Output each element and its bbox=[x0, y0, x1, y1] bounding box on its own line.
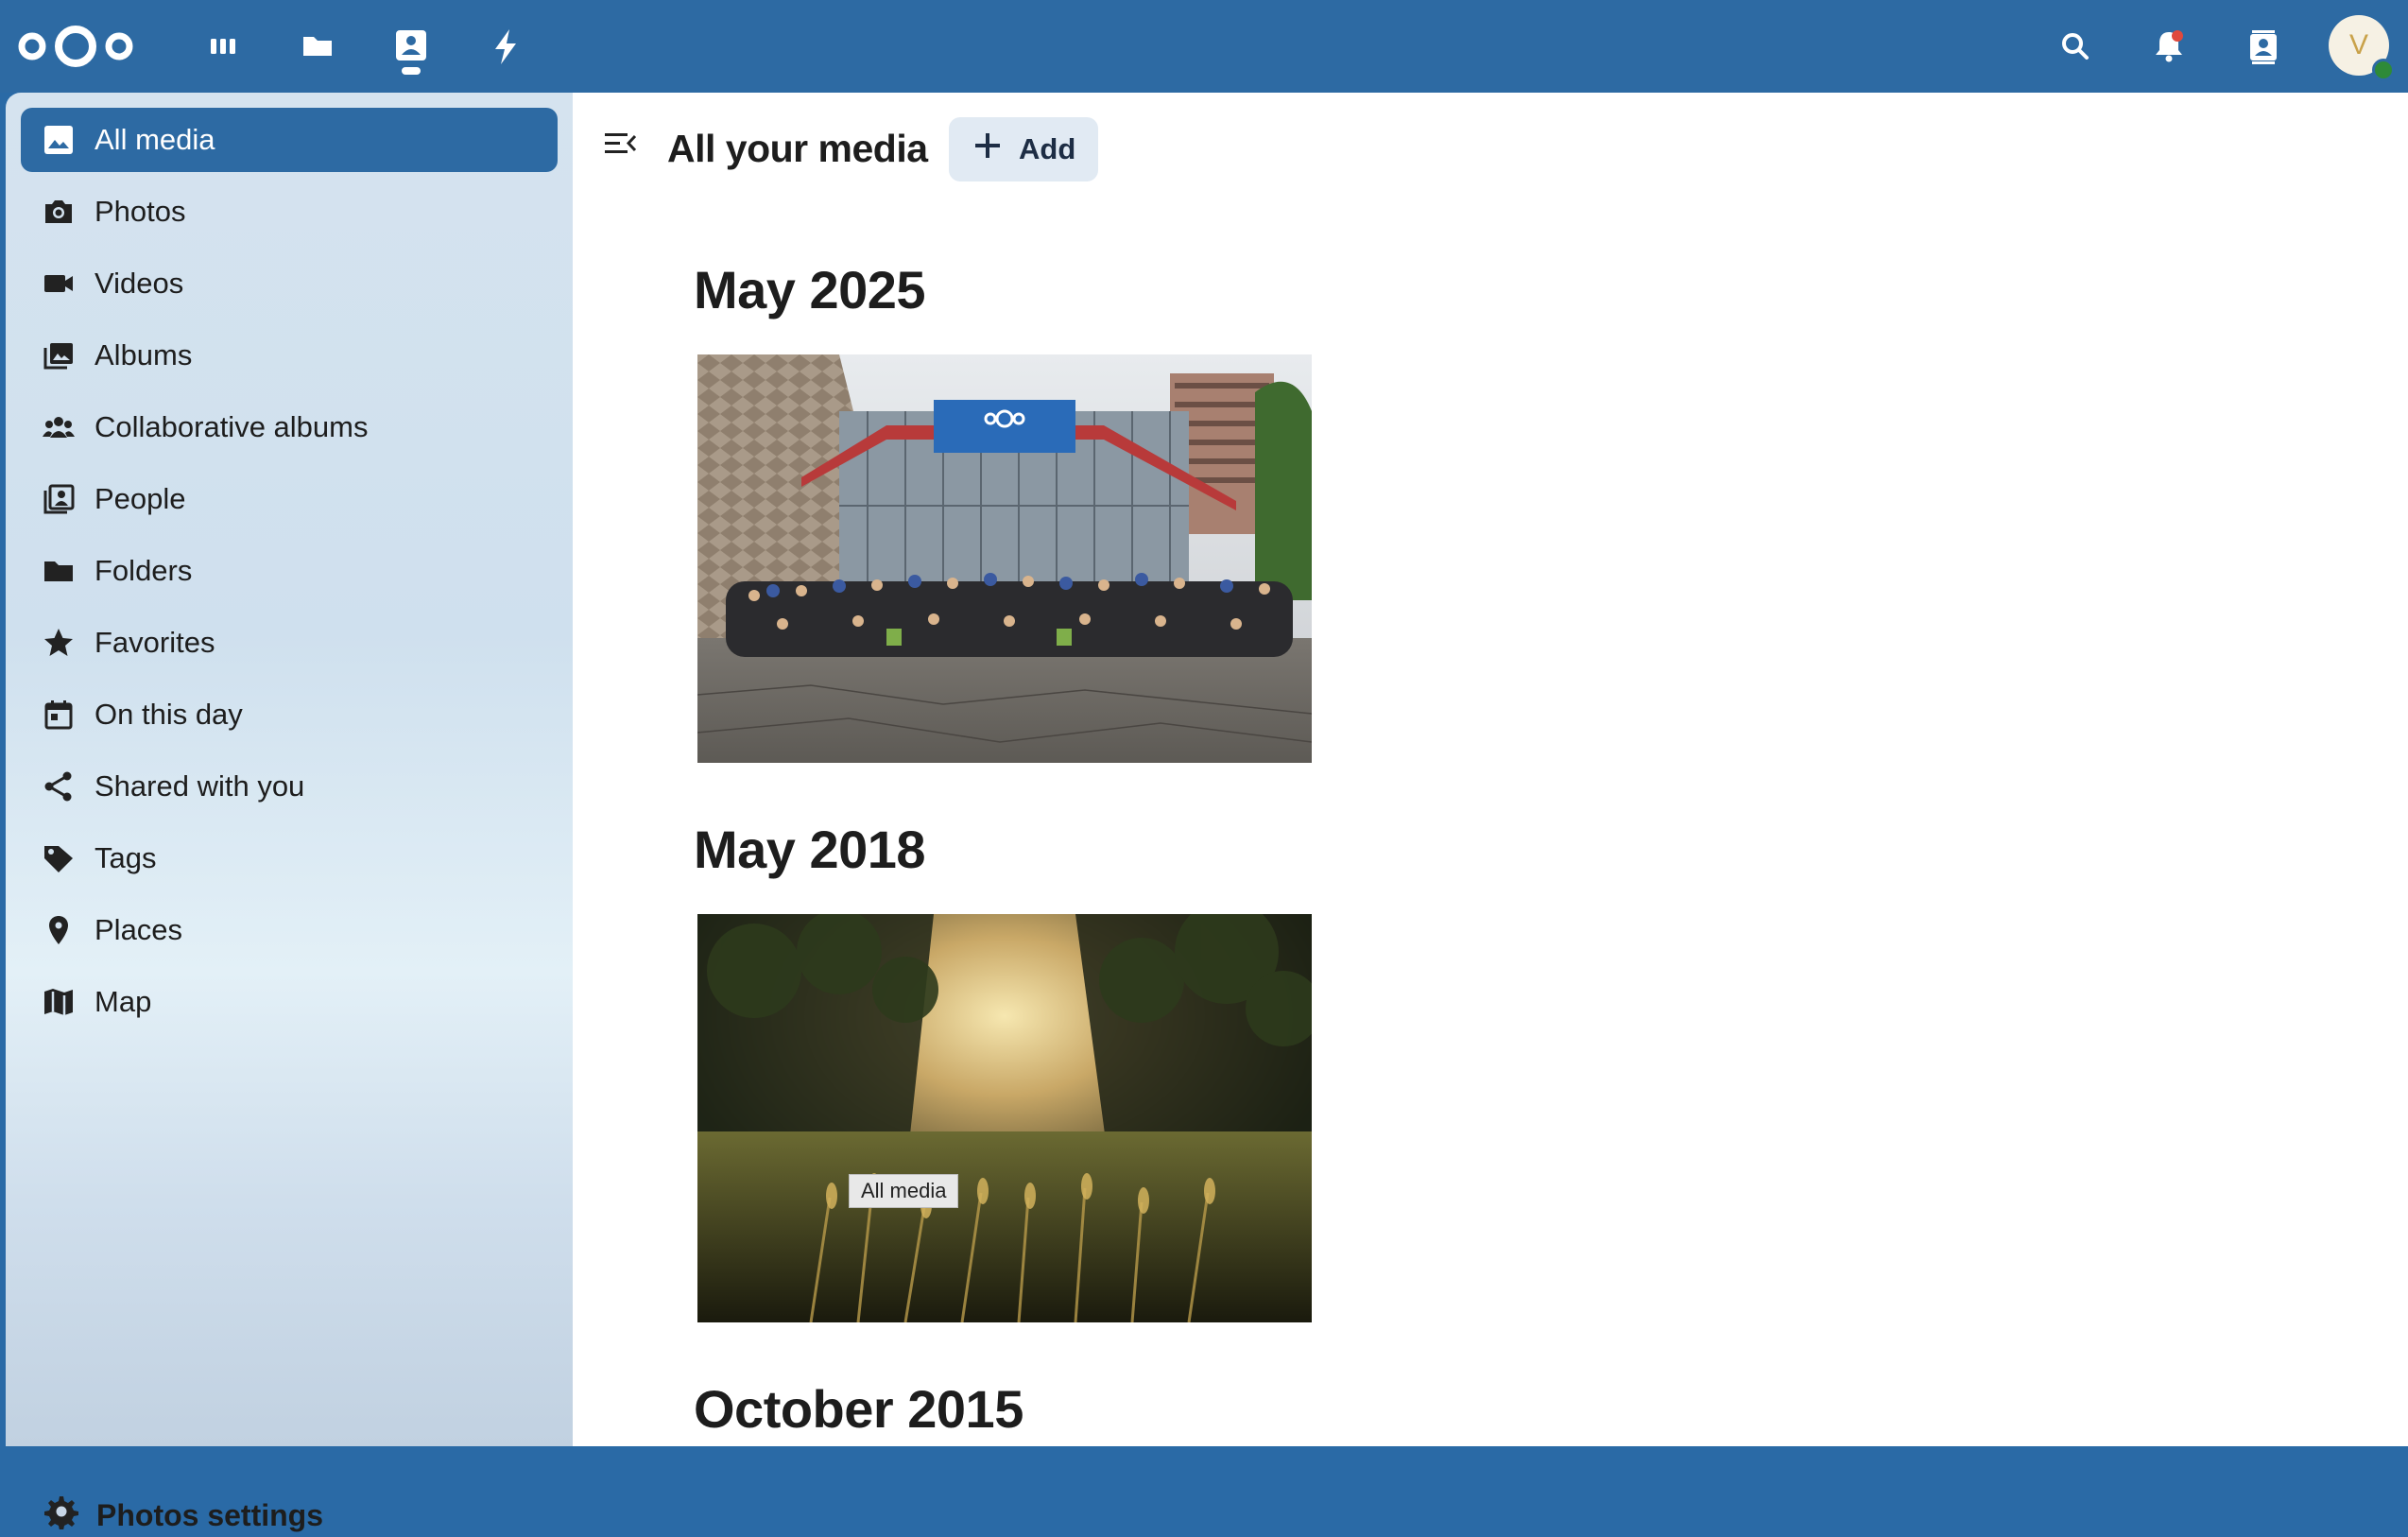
photo-thumbnail-vineyard[interactable] bbox=[697, 914, 1312, 1322]
image-icon bbox=[42, 123, 76, 157]
gear-icon bbox=[43, 1494, 96, 1537]
online-status-indicator bbox=[2372, 59, 2395, 81]
top-header: V bbox=[0, 0, 2408, 93]
photo-thumbnail-group[interactable] bbox=[697, 354, 1312, 763]
calendar-icon bbox=[42, 698, 76, 732]
tag-icon bbox=[42, 841, 76, 875]
settings-label: Photos settings bbox=[96, 1497, 324, 1532]
sidebar-item-shared-with-you[interactable]: Shared with you bbox=[21, 754, 558, 819]
sidebar-item-all-media[interactable]: All media bbox=[21, 108, 558, 172]
map-icon bbox=[42, 985, 76, 1019]
sidebar-item-label: Places bbox=[95, 913, 183, 946]
sidebar-item-label: Map bbox=[95, 985, 152, 1018]
photos-icon[interactable] bbox=[387, 23, 435, 70]
sidebar-item-tags[interactable]: Tags bbox=[21, 826, 558, 890]
contacts-icon[interactable] bbox=[2240, 23, 2287, 70]
dashboard-icon[interactable] bbox=[199, 23, 247, 70]
sidebar-item-label: All media bbox=[95, 123, 215, 156]
map-marker-icon bbox=[42, 913, 76, 947]
sidebar-item-label: Albums bbox=[95, 338, 193, 371]
people-group-icon bbox=[42, 410, 76, 444]
plus-icon bbox=[972, 130, 1019, 169]
add-button[interactable]: Add bbox=[949, 117, 1098, 181]
section-title-may-2018: May 2018 bbox=[694, 820, 926, 879]
sidebar-item-label: On this day bbox=[95, 698, 243, 731]
sidebar-item-label: Tags bbox=[95, 841, 157, 874]
sidebar-item-label: Collaborative albums bbox=[95, 410, 369, 443]
star-icon bbox=[42, 626, 76, 660]
active-app-indicator bbox=[402, 67, 421, 75]
albums-icon bbox=[42, 338, 76, 372]
sidebar-item-label: People bbox=[95, 482, 186, 515]
person-portrait-icon bbox=[42, 482, 76, 516]
sidebar-item-favorites[interactable]: Favorites bbox=[21, 611, 558, 675]
files-icon[interactable] bbox=[294, 23, 341, 70]
share-icon bbox=[42, 769, 76, 803]
camera-icon bbox=[42, 195, 76, 229]
sidebar-item-label: Videos bbox=[95, 267, 184, 300]
sidebar-item-label: Folders bbox=[95, 554, 193, 587]
tooltip: All media bbox=[849, 1174, 959, 1208]
sidebar-item-folders[interactable]: Folders bbox=[21, 539, 558, 603]
main-content: All your media Add May 2025 May 2018 All… bbox=[573, 93, 2408, 1446]
notification-badge bbox=[2172, 30, 2183, 42]
sidebar-item-label: Photos bbox=[95, 195, 186, 228]
section-title-october-2015: October 2015 bbox=[694, 1379, 1023, 1439]
page-title: All your media bbox=[667, 127, 928, 170]
sidebar-item-photos[interactable]: Photos bbox=[21, 180, 558, 244]
sidebar-item-map[interactable]: Map bbox=[21, 970, 558, 1034]
notifications-icon[interactable] bbox=[2145, 23, 2193, 70]
sidebar-item-videos[interactable]: Videos bbox=[21, 251, 558, 316]
sidebar-item-on-this-day[interactable]: On this day bbox=[21, 682, 558, 747]
add-button-label: Add bbox=[1019, 132, 1076, 165]
video-icon bbox=[42, 267, 76, 301]
sidebar-item-label: Favorites bbox=[95, 626, 215, 659]
photos-settings-button[interactable]: Photos settings bbox=[43, 1494, 323, 1537]
search-icon[interactable] bbox=[2052, 23, 2099, 70]
sidebar-item-places[interactable]: Places bbox=[21, 898, 558, 962]
sidebar-item-people[interactable]: People bbox=[21, 467, 558, 531]
sidebar-item-label: Shared with you bbox=[95, 769, 305, 803]
nextcloud-logo[interactable] bbox=[17, 23, 134, 70]
sidebar-item-albums[interactable]: Albums bbox=[21, 323, 558, 388]
section-title-may-2025: May 2025 bbox=[694, 260, 926, 319]
activity-icon[interactable] bbox=[482, 23, 529, 70]
sidebar-item-collaborative-albums[interactable]: Collaborative albums bbox=[21, 395, 558, 459]
sidebar: All media Photos Videos Albums Collabora… bbox=[6, 93, 573, 1532]
toggle-navigation-icon[interactable] bbox=[603, 127, 637, 161]
folder-icon bbox=[42, 554, 76, 588]
